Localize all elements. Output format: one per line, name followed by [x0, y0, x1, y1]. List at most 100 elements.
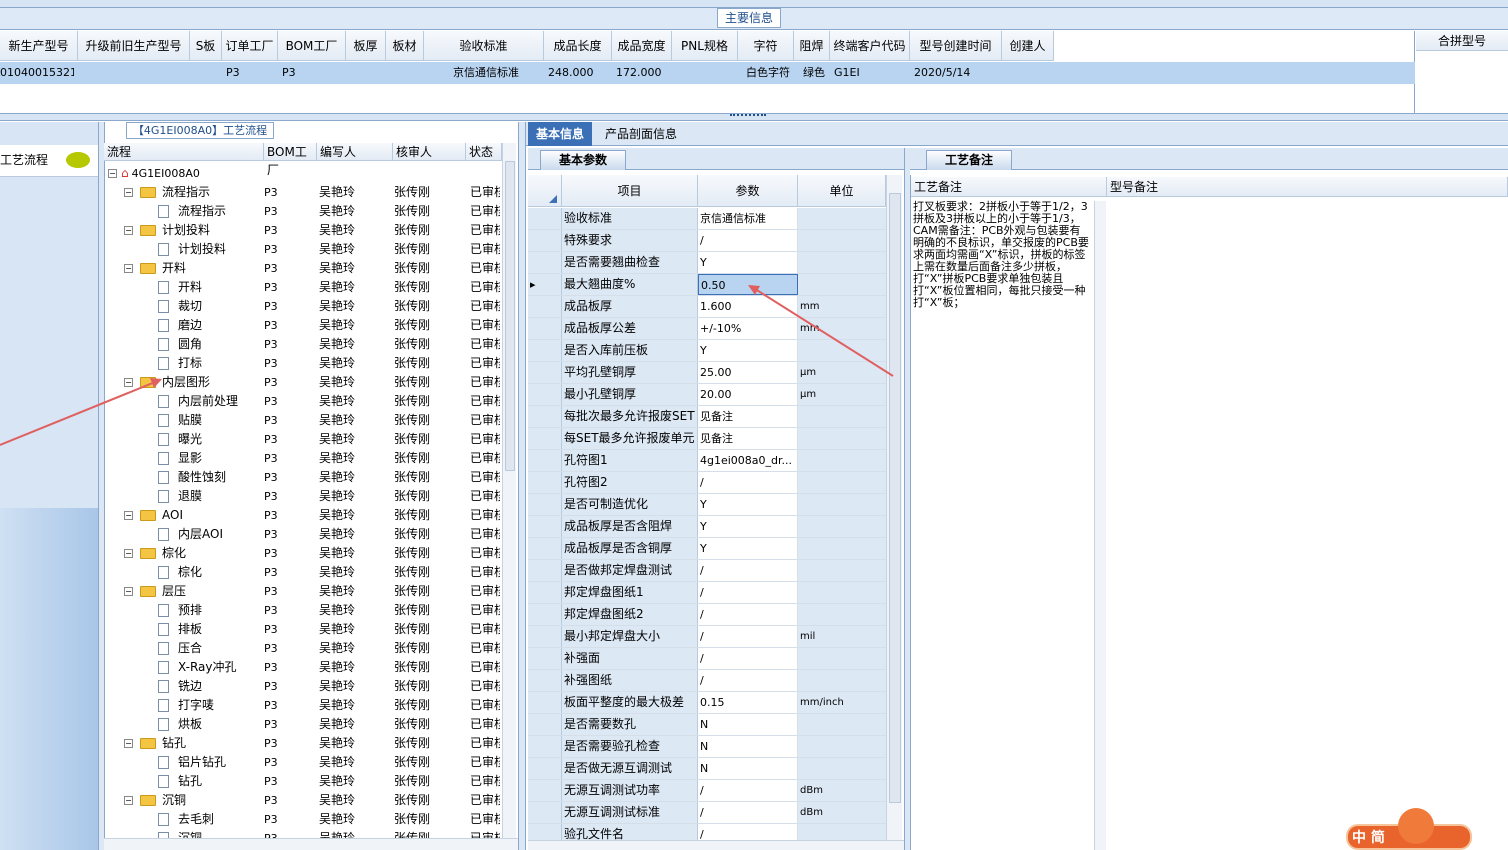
tree-row[interactable]: 酸性蚀刻 P3 吴艳玲 张传刚 已审核 [104, 468, 500, 487]
tree-row[interactable]: 磨边 P3 吴艳玲 张传刚 已审核 [104, 316, 500, 335]
tree-row[interactable]: 圆角 P3 吴艳玲 张传刚 已审核 [104, 335, 500, 354]
tree-row[interactable]: 开料 P3 吴艳玲 张传刚 已审核 [104, 278, 500, 297]
param-row[interactable]: 成品板厚是否含阻焊 Y [528, 516, 886, 538]
tree-header-1[interactable]: BOM工厂 [264, 143, 317, 177]
ime-toolbar[interactable]: 中 简 [1346, 808, 1472, 850]
param-row[interactable]: 验收标准 京信通信标准 [528, 208, 886, 230]
tab-process-remarks[interactable]: 工艺备注 [926, 150, 1012, 170]
tree-row[interactable]: 退膜 P3 吴艳玲 张传刚 已审核 [104, 487, 500, 506]
tree-row[interactable]: 曝光 P3 吴艳玲 张传刚 已审核 [104, 430, 500, 449]
tree-row[interactable]: − 钻孔 P3 吴艳玲 张传刚 已审核 [104, 734, 500, 753]
tree-root[interactable]: − ⌂ 4G1EI008A0 [108, 164, 200, 183]
tree-row[interactable]: − 计划投料 P3 吴艳玲 张传刚 已审核 [104, 221, 500, 240]
param-row[interactable]: 是否入库前压板 Y [528, 340, 886, 362]
param-value[interactable]: 25.00 [698, 362, 798, 383]
tree-row[interactable]: 去毛刺 P3 吴艳玲 张传刚 已审核 [104, 810, 500, 829]
param-row[interactable]: 成品板厚公差 +/-10% mm [528, 318, 886, 340]
param-row[interactable]: 最小邦定焊盘大小 / mil [528, 626, 886, 648]
params-horizontal-scrollbar[interactable] [528, 840, 904, 850]
tree-row[interactable]: 内层AOI P3 吴艳玲 张传刚 已审核 [104, 525, 500, 544]
process-remark-text[interactable]: 打叉板要求：2拼板小于等于1/2，3拼板及3拼板以上的小于等于1/3，CAM需备… [913, 201, 1091, 309]
param-value[interactable]: 0.15 [698, 692, 798, 713]
param-value[interactable]: +/-10% [698, 318, 798, 339]
tree-row[interactable]: 铣边 P3 吴艳玲 张传刚 已审核 [104, 677, 500, 696]
grid-cell-11[interactable]: 白色字符 [742, 62, 794, 84]
collapse-icon[interactable]: − [124, 796, 133, 805]
param-row[interactable]: ▸ 最大翘曲度% 0.50 [528, 274, 886, 296]
tree-row[interactable]: 流程指示 P3 吴艳玲 张传刚 已审核 [104, 202, 500, 221]
tree-row[interactable]: 显影 P3 吴艳玲 张传刚 已审核 [104, 449, 500, 468]
params-header-value[interactable]: 参数 [698, 175, 798, 207]
chat-bubble-icon[interactable] [66, 152, 90, 168]
collapse-icon[interactable]: − [108, 169, 117, 178]
param-row[interactable]: 孔符图2/ [528, 472, 886, 494]
param-row[interactable]: 平均孔壁铜厚 25.00 μm [528, 362, 886, 384]
main-info-title[interactable]: 主要信息 [717, 8, 781, 28]
param-value[interactable]: / [698, 560, 798, 581]
grid-cell-12[interactable]: 绿色 [798, 62, 830, 84]
tree-row[interactable]: X-Ray冲孔 P3 吴艳玲 张传刚 已审核 [104, 658, 500, 677]
grid-header-12[interactable]: 阻焊 [794, 31, 830, 61]
tree-row[interactable]: 铝片钻孔 P3 吴艳玲 张传刚 已审核 [104, 753, 500, 772]
tree-row[interactable]: 预排 P3 吴艳玲 张传刚 已审核 [104, 601, 500, 620]
param-value[interactable]: / [698, 230, 798, 251]
tab-basic-info[interactable]: 基本信息 [528, 122, 592, 146]
grid-header-3[interactable]: 订单工厂 [222, 31, 278, 61]
grid-cell-8[interactable]: 248.000 [548, 62, 612, 84]
param-value[interactable]: Y [698, 252, 798, 273]
tree-row[interactable]: 棕化 P3 吴艳玲 张传刚 已审核 [104, 563, 500, 582]
param-value[interactable]: N [698, 736, 798, 757]
tree-row[interactable]: 压合 P3 吴艳玲 张传刚 已审核 [104, 639, 500, 658]
tree-row[interactable]: 钻孔 P3 吴艳玲 张传刚 已审核 [104, 772, 500, 791]
grid-cell-9[interactable]: 172.000 [616, 62, 672, 84]
tree-row[interactable]: 贴膜 P3 吴艳玲 张传刚 已审核 [104, 411, 500, 430]
grid-header-4[interactable]: BOM工厂 [278, 31, 346, 61]
grid-header-5[interactable]: 板厚 [346, 31, 386, 61]
param-value[interactable]: Y [698, 494, 798, 515]
left-nav-label[interactable]: 工艺流程 [0, 152, 48, 168]
tree-header-4[interactable]: 状态 [466, 143, 502, 161]
grid-header-6[interactable]: 板材 [386, 31, 424, 61]
grid-header-2[interactable]: S板 [190, 31, 222, 61]
param-row[interactable]: 补强面 / [528, 648, 886, 670]
grid-cell-7[interactable]: 京信通信标准 [428, 62, 544, 84]
param-value[interactable]: 4g1ei008a0_dr... [698, 450, 798, 471]
param-value[interactable]: 京信通信标准 [698, 208, 798, 229]
params-header-item[interactable]: 项目 [562, 175, 698, 207]
param-value[interactable]: / [698, 802, 798, 823]
param-row[interactable]: 最小孔壁铜厚 20.00 μm [528, 384, 886, 406]
param-value[interactable]: / [698, 626, 798, 647]
tree-scroll-thumb[interactable] [505, 161, 515, 471]
param-row[interactable]: 是否可制造优化 Y [528, 494, 886, 516]
param-value[interactable]: / [698, 472, 798, 493]
param-value[interactable]: / [698, 582, 798, 603]
center-splitter[interactable] [518, 122, 526, 850]
collapse-icon[interactable]: − [124, 264, 133, 273]
collapse-icon[interactable]: − [124, 188, 133, 197]
grid-cell-0[interactable]: 010400153218 [0, 62, 74, 84]
param-row[interactable]: 特殊要求 / [528, 230, 886, 252]
grid-header-0[interactable]: 新生产型号 [0, 31, 78, 61]
grid-header-14[interactable]: 型号创建时间 [910, 31, 1002, 61]
collapse-icon[interactable]: − [124, 739, 133, 748]
tree-header-3[interactable]: 核审人 [393, 143, 466, 161]
model-remark-header[interactable]: 型号备注 [1107, 177, 1508, 197]
param-row[interactable]: 每批次最多允许报废SET 见备注 [528, 406, 886, 428]
param-row[interactable]: 成品板厚 1.600 mm [528, 296, 886, 318]
param-row[interactable]: 是否需要验孔检查 N [528, 736, 886, 758]
param-row[interactable]: 是否需要数孔 N [528, 714, 886, 736]
param-row[interactable]: 邦定焊盘图纸1/ [528, 582, 886, 604]
tree-header-0[interactable]: 流程 [104, 143, 264, 161]
grid-header-11[interactable]: 字符 [738, 31, 794, 61]
grid-header-10[interactable]: PNL规格 [672, 31, 738, 61]
horizontal-splitter[interactable] [0, 113, 1508, 121]
param-row[interactable]: 每SET最多允许报废单元 见备注 [528, 428, 886, 450]
param-value[interactable]: Y [698, 340, 798, 361]
param-row[interactable]: 孔符图1 4g1ei008a0_dr... [528, 450, 886, 472]
merge-model-header[interactable]: 合拼型号 [1416, 31, 1508, 51]
param-value[interactable]: 见备注 [698, 428, 798, 449]
param-value[interactable]: Y [698, 516, 798, 537]
tree-row[interactable]: 内层前处理 P3 吴艳玲 张传刚 已审核 [104, 392, 500, 411]
tree-vertical-scrollbar[interactable] [502, 143, 516, 838]
param-row[interactable]: 是否需要翘曲检查 Y [528, 252, 886, 274]
